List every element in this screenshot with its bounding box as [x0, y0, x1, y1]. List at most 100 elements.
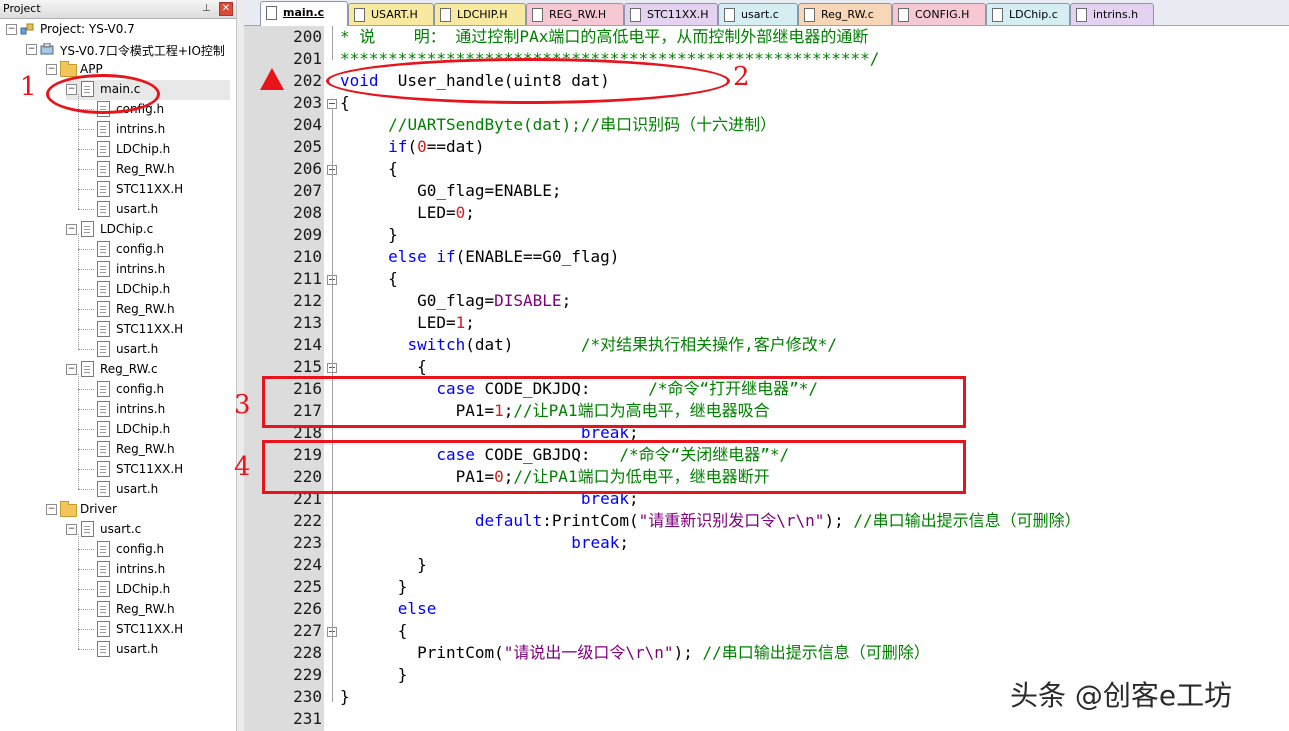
file-icon	[96, 381, 110, 397]
tree-connector	[78, 429, 94, 430]
code-line[interactable]: {	[340, 356, 427, 378]
line-number: 228	[293, 643, 322, 662]
pin-icon[interactable]: ⊥	[202, 3, 211, 14]
tree-connector	[78, 374, 79, 489]
code-line[interactable]: }	[340, 576, 408, 598]
tab-file[interactable]: REG_RW.H	[526, 3, 624, 25]
collapse-icon[interactable]: −	[46, 504, 57, 515]
tab-file[interactable]: Reg_RW.c	[798, 3, 892, 25]
folder-icon	[60, 501, 77, 517]
line-number: 210	[293, 247, 322, 266]
annotation-ellipse-main-c	[46, 74, 160, 114]
close-icon[interactable]: ✕	[219, 2, 233, 16]
tree-node-label: intrins.h	[116, 122, 166, 136]
code-line[interactable]: {	[340, 92, 350, 114]
watermark: 头条 @创客e工坊	[1010, 679, 1233, 712]
tree-node-label: LDChip.h	[116, 142, 171, 156]
tree-connector	[78, 589, 94, 590]
tab-file[interactable]: usart.c	[718, 3, 798, 25]
code-line[interactable]: }	[340, 224, 398, 246]
annotation-ellipse-user-handle	[326, 58, 730, 104]
line-number: 230	[293, 687, 322, 706]
file-icon	[96, 161, 110, 177]
code-line[interactable]: LED=1;	[340, 312, 475, 334]
code-line[interactable]: else if(ENABLE==G0_flag)	[340, 246, 619, 268]
tree-node-label: Reg_RW.h	[116, 602, 175, 616]
file-icon	[96, 421, 110, 437]
folder-icon	[60, 61, 77, 77]
tab-file[interactable]: LDCHIP.H	[434, 3, 526, 25]
tree-connector	[78, 489, 94, 490]
collapse-icon[interactable]: −	[66, 364, 77, 375]
file-icon	[80, 221, 94, 237]
line-number: 215	[293, 357, 322, 376]
line-number: 206	[293, 159, 322, 178]
tree-connector	[78, 609, 94, 610]
annotation-label-3: 3	[234, 390, 251, 420]
tab-file[interactable]: LDChip.c	[986, 3, 1070, 25]
tree-connector	[78, 629, 94, 630]
tab-label: main.c	[283, 6, 325, 19]
code-line[interactable]: //UARTSendByte(dat);//串口识别码（十六进制）	[340, 114, 776, 136]
tree-connector	[78, 469, 94, 470]
file-icon	[440, 8, 451, 22]
code-line[interactable]: * 说 明： 通过控制PAx端口的高低电平，从而控制外部继电器的通断	[340, 26, 868, 48]
line-number: 231	[293, 709, 322, 728]
file-icon	[96, 481, 110, 497]
tab-label: Reg_RW.c	[821, 8, 874, 21]
code-line[interactable]: default:PrintCom("请重新识别发口令\r\n"); //串口输出…	[340, 510, 1081, 532]
tab-label: intrins.h	[1093, 8, 1139, 21]
tree-node-label: intrins.h	[116, 402, 166, 416]
tree-node-label: config.h	[116, 542, 165, 556]
tab-file[interactable]: USART.H	[348, 3, 434, 25]
code-line[interactable]: switch(dat) /*对结果执行相关操作,客户修改*/	[340, 334, 837, 356]
tree-connector	[78, 649, 94, 650]
line-number: 229	[293, 665, 322, 684]
line-number: 201	[293, 49, 322, 68]
code-line[interactable]: G0_flag=DISABLE;	[340, 290, 571, 312]
tree-node-label: Project: YS-V0.7	[40, 22, 135, 36]
file-icon	[266, 6, 277, 20]
tab-label: LDCHIP.H	[457, 8, 508, 21]
file-icon	[96, 441, 110, 457]
code-line[interactable]: {	[340, 620, 408, 642]
tree-connector	[78, 449, 94, 450]
code-line[interactable]: break;	[340, 532, 629, 554]
tab-file[interactable]: main.c	[260, 1, 348, 26]
code-line[interactable]: G0_flag=ENABLE;	[340, 180, 562, 202]
code-line[interactable]: if(0==dat)	[340, 136, 484, 158]
code-line[interactable]: }	[340, 554, 427, 576]
line-number: 207	[293, 181, 322, 200]
tree-connector	[78, 149, 94, 150]
line-number: 225	[293, 577, 322, 596]
code-line[interactable]: PrintCom("请说出一级口令\r\n"); //串口输出提示信息（可删除）	[340, 642, 930, 664]
tree-node-label: usart.h	[116, 342, 159, 356]
file-icon	[1076, 8, 1087, 22]
code-line[interactable]: LED=0;	[340, 202, 475, 224]
collapse-icon[interactable]: −	[26, 44, 37, 55]
code-line[interactable]: {	[340, 268, 398, 290]
file-icon	[96, 461, 110, 477]
tab-file[interactable]: STC11XX.H	[624, 3, 718, 25]
target-icon	[40, 41, 54, 57]
tab-file[interactable]: intrins.h	[1070, 3, 1154, 25]
tree-node-label: usart.h	[116, 482, 159, 496]
file-icon	[80, 361, 94, 377]
code-line[interactable]: else	[340, 598, 437, 620]
tree-connector	[78, 534, 79, 649]
code-line[interactable]: }	[340, 664, 408, 686]
tree-connector	[78, 389, 94, 390]
tab-label: LDChip.c	[1009, 8, 1058, 21]
collapse-icon[interactable]: −	[46, 64, 57, 75]
code-line[interactable]: }	[340, 686, 350, 708]
collapse-icon[interactable]: −	[66, 224, 77, 235]
fold-guide	[332, 26, 333, 60]
tab-file[interactable]: CONFIG.H	[892, 3, 986, 25]
annotation-box-close-relay	[262, 440, 966, 494]
collapse-icon[interactable]: −	[6, 24, 17, 35]
code-line[interactable]: {	[340, 158, 398, 180]
collapse-icon[interactable]: −	[66, 524, 77, 535]
tree-node-label: LDChip.h	[116, 422, 171, 436]
line-number: 213	[293, 313, 322, 332]
file-icon	[96, 561, 110, 577]
